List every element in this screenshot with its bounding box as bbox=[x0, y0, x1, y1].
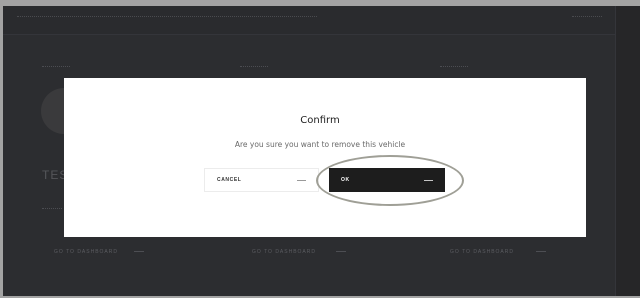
column-label bbox=[440, 66, 468, 71]
dash-icon bbox=[536, 251, 546, 252]
scrollbar[interactable] bbox=[615, 6, 640, 296]
dialog-message: Are you sure you want to remove this veh… bbox=[234, 140, 406, 149]
dash-icon bbox=[336, 251, 346, 252]
dash-icon bbox=[134, 251, 144, 252]
ok-button-label: OK bbox=[341, 177, 350, 183]
dialog-title: Confirm bbox=[300, 115, 340, 126]
cancel-button-label: CANCEL bbox=[217, 177, 242, 183]
vehicle-subtitle bbox=[42, 208, 62, 213]
cancel-button[interactable]: CANCEL bbox=[204, 168, 319, 192]
dashboard-link[interactable]: GO TO DASHBOARD bbox=[54, 249, 118, 255]
column-label bbox=[240, 66, 268, 71]
ok-button[interactable]: OK bbox=[329, 168, 445, 192]
top-bar bbox=[3, 6, 616, 35]
column-label bbox=[42, 66, 70, 71]
top-bar-text bbox=[17, 16, 317, 22]
confirm-dialog bbox=[64, 78, 586, 237]
dash-icon bbox=[297, 179, 306, 181]
top-bar-menu[interactable] bbox=[572, 16, 602, 22]
dashboard-link[interactable]: GO TO DASHBOARD bbox=[252, 249, 316, 255]
dashboard-link[interactable]: GO TO DASHBOARD bbox=[450, 249, 514, 255]
dash-icon bbox=[424, 179, 433, 181]
